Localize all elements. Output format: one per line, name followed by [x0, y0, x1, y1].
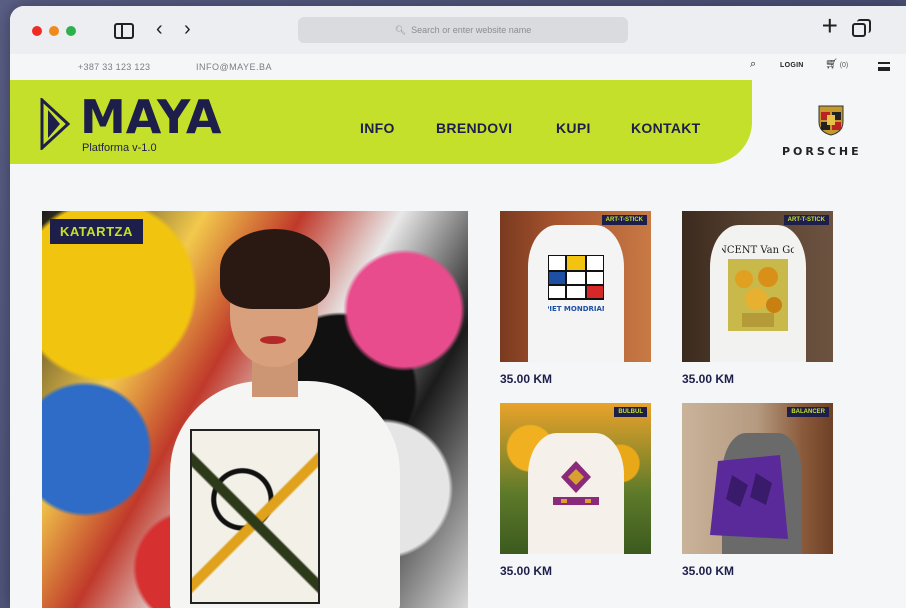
product-card[interactable]: PIET MONDRIAN ART-T-STICK 35.00 KM [500, 211, 651, 386]
purple-tote-bag [710, 455, 788, 539]
sidebar-toggle-icon[interactable] [114, 23, 134, 39]
site-search-icon[interactable]: ⌕ [750, 58, 756, 71]
login-link[interactable]: LOGIN [780, 62, 804, 69]
product-image[interactable]: BALANCER [682, 403, 833, 554]
print-text: PIET MONDRIAN [548, 305, 604, 313]
product-image[interactable]: BULBUL [500, 403, 651, 554]
brand-subtitle: Platforma v-1.0 [82, 142, 157, 154]
cart-icon: 🛒︎ [825, 59, 838, 70]
window-controls [32, 26, 76, 36]
mondrian-print: PIET MONDRIAN [548, 255, 604, 313]
site-header: MAYA Platforma v-1.0 INFO BRENDOVI KUPI … [10, 80, 752, 164]
play-logo-icon [40, 98, 70, 150]
minimize-window-button[interactable] [49, 26, 59, 36]
product-tag: BULBUL [614, 407, 647, 417]
brand-logo[interactable]: MAYA [80, 90, 221, 144]
hero-brand-badge[interactable]: KATARTZA [50, 219, 143, 244]
forward-arrow-icon[interactable]: › [184, 19, 191, 39]
nav-info[interactable]: INFO [360, 120, 395, 136]
address-bar[interactable]: 🔍︎ Search or enter website name [298, 17, 628, 43]
product-price: 35.00 KM [682, 372, 735, 386]
product-tag: ART-T-STICK [601, 215, 647, 225]
product-image[interactable]: PIET MONDRIAN ART-T-STICK [500, 211, 651, 362]
maximize-window-button[interactable] [66, 26, 76, 36]
tshirt-graphic: PIET MONDRIAN [528, 225, 624, 362]
contact-email[interactable]: INFO@MAYE.BA [196, 62, 272, 72]
print-text: VINCENT Van Gogh [722, 245, 794, 256]
hero-image[interactable]: KATARTZA [42, 211, 468, 608]
site-topbar: +387 33 123 123 INFO@MAYE.BA ⌕ LOGIN 🛒︎(… [10, 54, 906, 80]
contact-phone[interactable]: +387 33 123 123 [78, 62, 150, 72]
tshirt-graphic: VINCENT Van Gogh [710, 225, 806, 362]
van-gogh-print: VINCENT Van Gogh [722, 245, 794, 331]
product-image[interactable]: VINCENT Van Gogh ART-T-STICK [682, 211, 833, 362]
porsche-crest-icon [818, 105, 844, 136]
nav-kontakt[interactable]: KONTAKT [631, 120, 701, 136]
product-card[interactable]: BULBUL 35.00 KM [500, 403, 651, 578]
product-card[interactable]: BALANCER 35.00 KM [682, 403, 833, 578]
browser-toolbar: ‹ › 🔍︎ Search or enter website name + [10, 6, 906, 54]
hamburger-menu-icon[interactable] [878, 62, 890, 71]
shirt-print-art [190, 429, 320, 604]
product-tag: BALANCER [787, 407, 829, 417]
product-price: 35.00 KM [500, 372, 553, 386]
cart-count: (0) [839, 62, 849, 69]
product-price: 35.00 KM [500, 564, 553, 578]
product-card[interactable]: VINCENT Van Gogh ART-T-STICK 35.00 KM [682, 211, 833, 386]
search-icon: 🔍︎ [394, 24, 407, 35]
close-window-button[interactable] [32, 26, 42, 36]
address-placeholder: Search or enter website name [411, 25, 532, 35]
back-arrow-icon[interactable]: ‹ [156, 19, 163, 39]
porsche-wordmark: PORSCHE [782, 145, 862, 158]
cart-link[interactable]: 🛒︎ (0) [825, 59, 848, 70]
product-tag: ART-T-STICK [783, 215, 829, 225]
hero-model [170, 229, 400, 608]
nav-kupi[interactable]: KUPI [556, 120, 591, 136]
tshirt-graphic [528, 433, 624, 554]
nav-brendovi[interactable]: BRENDOVI [436, 120, 512, 136]
new-tab-plus-icon[interactable]: + [822, 12, 838, 40]
browser-window: ‹ › 🔍︎ Search or enter website name + +3… [10, 6, 906, 608]
product-price: 35.00 KM [682, 564, 735, 578]
kilim-pattern-print [553, 461, 599, 505]
tab-overview-icon[interactable] [852, 19, 871, 37]
